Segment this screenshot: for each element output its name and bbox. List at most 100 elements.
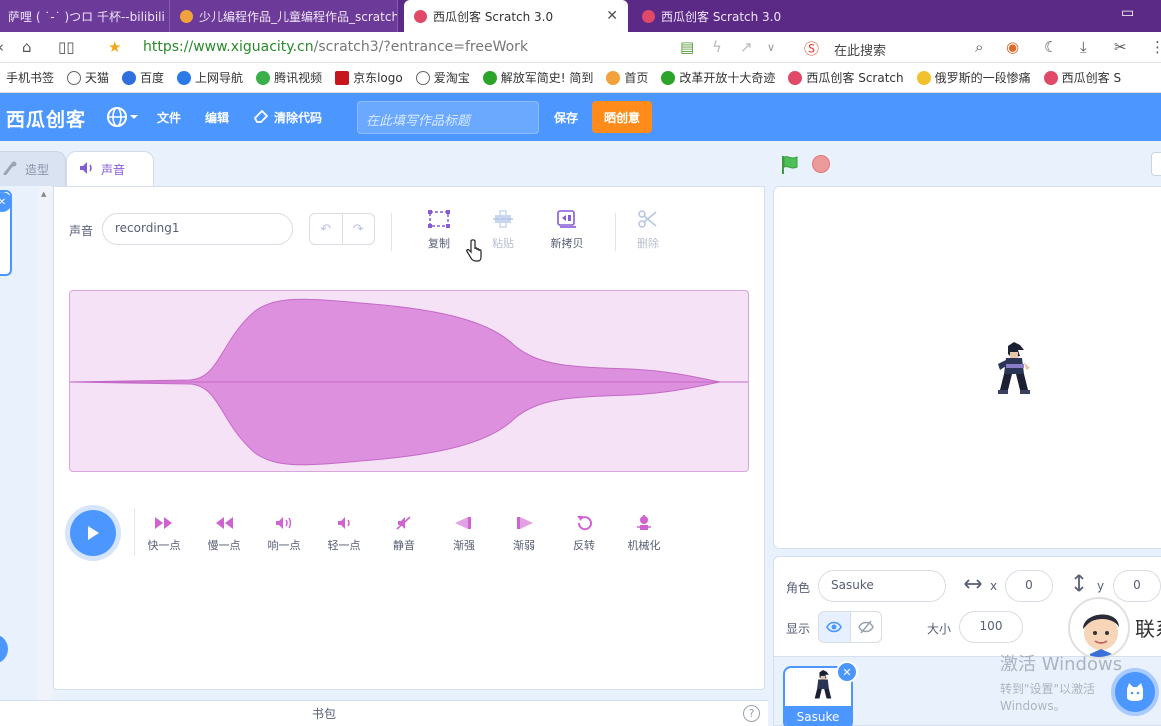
bookmark-item[interactable]: 西瓜创客 Scratch [788,69,904,86]
effect-mute[interactable]: 静音 [379,515,429,553]
sound-list-scrollbar[interactable] [38,186,52,700]
stage-size-toggle[interactable] [1151,152,1161,176]
menu-edit[interactable]: 编辑 [205,109,229,126]
bookmark-item[interactable]: 解放军简史! 简到 [482,69,594,86]
volume-up-icon [259,515,309,531]
bookmark-item[interactable]: 改革开放十大奇迹 [661,69,775,86]
bookmark-item[interactable]: 首页 [606,69,648,86]
undo-redo-group: ↶ ↷ [309,213,375,245]
reading-mode-icon[interactable]: ▯▯ [58,38,75,56]
hand-icon [916,70,931,85]
lightning-icon[interactable]: ϟ [712,38,722,56]
bookmark-item[interactable]: 爱淘宝 [415,69,470,86]
sound-waveform[interactable] [69,290,749,472]
bookmark-item[interactable]: 手机书签 [6,69,54,86]
contact-text[interactable]: 联系 [1135,613,1161,642]
search-engine-icon[interactable]: Ⓢ [804,38,819,59]
undo-icon[interactable]: ↶ [310,214,342,244]
bookmark-label: 解放军简史! 简到 [500,71,594,85]
bookmark-item[interactable]: 天猫 [67,69,109,86]
bookmark-item[interactable]: 腾讯视频 [256,69,322,86]
sound-name-input[interactable]: recording1 [102,213,293,245]
add-sound-button[interactable] [0,634,8,664]
show-eye-icon[interactable] [819,612,850,642]
browser-search-input[interactable]: 在此搜索 [834,40,886,59]
support-avatar[interactable] [1068,597,1130,659]
backpack-bar[interactable]: 书包 ? [0,700,768,726]
help-icon[interactable]: ? [743,705,760,722]
browser-tab-4[interactable]: 西瓜创客 Scratch 3.0 [632,0,832,32]
scissors-icon[interactable]: ✂ [1114,38,1127,56]
bookmark-label: 俄罗斯的一段惨痛 [934,71,1031,85]
editor-tabs: 造型 声音 [0,141,770,187]
delete-button[interactable]: 删除 [623,209,673,251]
scroll-up-icon[interactable]: ▲ [41,190,46,198]
effect-softer[interactable]: 轻一点 [319,515,369,553]
redo-icon[interactable]: ↷ [341,214,375,244]
save-button[interactable]: 保存 [554,109,578,126]
game-controller-icon[interactable]: ◉ [1006,38,1019,56]
close-tab-icon[interactable]: ✕ [606,8,618,24]
effect-robot[interactable]: 机械化 [619,515,669,553]
download-icon[interactable]: ⤓ [1080,38,1087,56]
stop-sign-icon[interactable] [812,155,830,173]
bookmark-item[interactable]: 京东logo [335,69,403,86]
bookmark-label: 腾讯视频 [274,71,323,85]
size-input[interactable]: 100 [959,611,1023,643]
sound-name-label: 声音 [69,224,94,238]
bookmark-item[interactable]: 俄罗斯的一段惨痛 [916,69,1031,86]
green-flag-icon[interactable] [780,155,800,178]
xigua-logo[interactable]: 西瓜创客 [6,105,86,132]
home-icon[interactable]: ⌂ [22,38,32,56]
y-position-input[interactable]: 0 [1113,570,1161,602]
play-sound-button[interactable] [70,510,116,556]
browser-tab-2[interactable]: 少儿编程作品_儿童编程作品_scratch [170,0,398,32]
bookmark-item[interactable]: 上网导航 [177,69,243,86]
effect-slower[interactable]: 慢一点 [199,515,249,553]
reader-icon[interactable]: ▤ [680,38,694,56]
bookmark-item[interactable]: 西瓜创客 S [1043,69,1121,86]
effect-fade-out[interactable]: 渐弱 [499,515,549,553]
bookmark-label: 上网导航 [195,71,244,85]
tab-sounds[interactable]: 声音 [66,151,154,187]
browser-tab-1[interactable]: 萨哩 ( ˙-˙ )つロ 千杯--bilibili [0,0,170,32]
project-title-input[interactable]: 在此填写作品标题 [357,101,539,134]
effect-fade-in[interactable]: 渐强 [439,515,489,553]
backpack-label: 书包 [312,707,337,721]
bookmark-label: 手机书签 [6,71,55,85]
browser-tab-active[interactable]: 西瓜创客 Scratch 3.0 ✕ [404,0,628,32]
search-icon[interactable]: ⌕ [975,38,983,56]
effect-louder[interactable]: 响一点 [259,515,309,553]
x-position-input[interactable]: 0 [1005,570,1053,602]
paste-button[interactable]: 粘贴 [478,209,528,251]
effect-reverse[interactable]: 反转 [559,515,609,553]
effect-faster[interactable]: 快一点 [139,515,189,553]
tab-costumes[interactable]: 造型 [0,151,66,187]
menu-file[interactable]: 文件 [157,109,181,126]
bookmark-item[interactable]: 百度 [122,69,164,86]
delete-label: 删除 [637,237,659,250]
url-scheme: https:// [143,39,194,55]
bookmark-label: 首页 [624,71,649,85]
language-globe-icon[interactable] [106,105,138,132]
hide-eye-icon[interactable] [849,612,882,642]
menu-clean-code[interactable]: 清除代码 [274,109,322,126]
share-button[interactable]: 晒创意 [592,101,652,133]
sasuke-sprite[interactable] [994,342,1034,399]
add-sprite-floating-button[interactable] [1111,668,1159,716]
chevron-down-icon[interactable]: ∨ [767,41,775,54]
url-field[interactable]: https://www.xiguacity.cn/scratch3/?entra… [143,39,528,55]
restore-window-icon[interactable]: ▭ [1121,5,1134,21]
sprite-name-input[interactable]: Sasuke [818,570,946,602]
site-favicon-icon [180,9,193,23]
delete-sprite-icon[interactable]: ✕ [836,661,858,683]
menu-icon[interactable]: ⋮ [1150,38,1161,56]
stage[interactable] [773,186,1161,549]
copy-button[interactable]: 复制 [414,209,464,251]
copy-to-new-button[interactable]: 新拷贝 [542,209,592,251]
cat-icon [1127,683,1143,701]
favorite-star-icon[interactable]: ★ [108,38,121,56]
night-mode-icon[interactable]: ☾ [1044,38,1057,56]
share-page-icon[interactable]: ↗ [740,38,753,56]
back-icon[interactable]: ‹ [0,38,4,56]
